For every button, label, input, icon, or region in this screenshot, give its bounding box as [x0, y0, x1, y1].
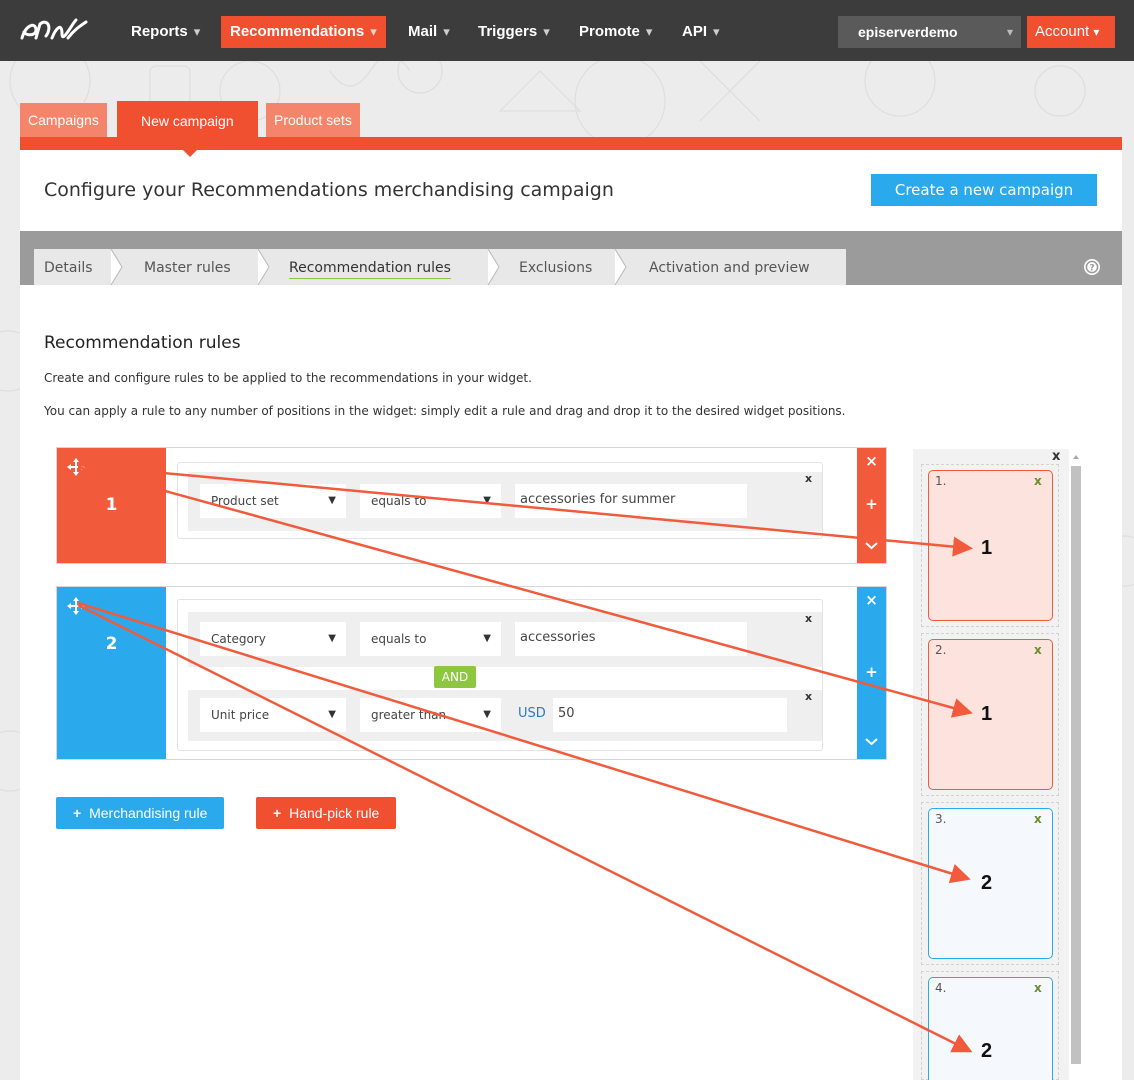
slot-label: 1.	[935, 474, 947, 488]
chevron-down-icon: ▾	[193, 24, 201, 39]
rule-block-2: 2 Category ▼ equals to ▼ accessories x AND…	[56, 586, 887, 760]
section-title: Recommendation rules	[44, 333, 241, 353]
add-handpick-rule-button[interactable]: + Hand-pick rule	[256, 797, 397, 829]
step-master-rules[interactable]: Master rules	[144, 249, 231, 285]
nav-triggers[interactable]: Triggers ▾	[469, 16, 559, 48]
plus-icon: +	[73, 805, 82, 821]
svg-text:?: ?	[1089, 264, 1094, 274]
remove-slot-icon[interactable]: x	[1034, 643, 1042, 657]
chevron-down-icon: ▾	[713, 24, 720, 39]
operator-select[interactable]: equals to ▼	[360, 484, 501, 518]
slot-label: 2.	[935, 643, 947, 657]
nav-recommendations[interactable]: Recommendations ▾	[221, 16, 386, 48]
add-condition-icon[interactable]: +	[857, 494, 886, 514]
move-icon	[67, 458, 85, 476]
account-menu[interactable]: Account ▾	[1027, 16, 1115, 48]
value-input[interactable]: accessories	[515, 622, 747, 656]
help-icon[interactable]: ?	[1083, 258, 1101, 276]
close-panel-icon[interactable]: x	[1052, 449, 1060, 464]
tab-campaigns[interactable]: Campaigns	[20, 103, 107, 139]
dropdown-icon: ▼	[483, 633, 491, 644]
page-title: Configure your Recommendations merchandi…	[44, 179, 614, 201]
nav-reports[interactable]: Reports ▾	[122, 16, 209, 48]
chevron-down-icon: ▾	[543, 24, 550, 39]
nav-mail[interactable]: Mail ▾	[399, 16, 459, 48]
delete-rule-icon[interactable]: ×	[857, 451, 886, 471]
chevron-down-icon: ▾	[1006, 25, 1013, 39]
operator-select[interactable]: equals to ▼	[360, 622, 501, 656]
nav-promote[interactable]: Promote ▾	[570, 16, 661, 48]
remove-condition-icon[interactable]: x	[805, 472, 812, 485]
tab-indicator	[182, 149, 198, 157]
remove-condition-icon[interactable]: x	[805, 690, 812, 703]
dropdown-icon: ▼	[483, 709, 491, 720]
scrollbar[interactable]	[1071, 466, 1081, 1064]
arrow-label-4: 2	[981, 1040, 993, 1062]
nav-api[interactable]: API ▾	[673, 16, 729, 48]
rule-drag-handle[interactable]: 2	[57, 587, 166, 759]
condition-row: Unit price ▼ greater than ▼ USD 50 x	[188, 690, 822, 741]
dropdown-icon: ▼	[328, 709, 336, 720]
chevron-down-icon[interactable]	[857, 536, 886, 556]
rule-actions: × +	[857, 587, 886, 759]
chevron-down-icon: ▾	[443, 24, 450, 39]
rule-conditions: Category ▼ equals to ▼ accessories x AND U…	[177, 599, 823, 751]
field-select[interactable]: Category ▼	[200, 622, 346, 656]
chevron-down-icon: ▾	[1093, 25, 1100, 39]
plus-icon: +	[273, 805, 282, 821]
rule-number: 1	[105, 495, 118, 515]
move-icon	[67, 597, 85, 615]
step-details[interactable]: Details	[44, 249, 93, 285]
operator-select[interactable]: greater than ▼	[360, 698, 501, 732]
chevron-down-icon: ▾	[645, 24, 653, 39]
rule-actions: × +	[857, 448, 886, 563]
site-selector[interactable]: episerverdemo ▾	[838, 16, 1021, 48]
and-connector[interactable]: AND	[434, 666, 476, 688]
arrow-label-2: 1	[981, 703, 993, 725]
remove-condition-icon[interactable]: x	[805, 612, 812, 625]
rule-conditions: Product set ▼ equals to ▼ accessories for …	[177, 462, 823, 539]
arrow-label-3: 2	[981, 872, 993, 894]
chevron-down-icon[interactable]	[857, 732, 886, 752]
remove-slot-icon[interactable]: x	[1034, 812, 1042, 826]
step-recommendation-rules[interactable]: Recommendation rules	[289, 249, 451, 285]
create-campaign-button[interactable]: Create a new campaign	[871, 174, 1097, 206]
section-description: Create and configure rules to be applied…	[44, 371, 532, 385]
rule-block-1: 1 Product set ▼ equals to ▼ accessories fo…	[56, 447, 887, 564]
dropdown-icon: ▼	[328, 495, 336, 506]
currency-label: USD	[518, 706, 546, 721]
tab-product-sets[interactable]: Product sets	[266, 103, 360, 139]
remove-slot-icon[interactable]: x	[1034, 981, 1042, 995]
rule-number: 2	[105, 634, 118, 654]
dropdown-icon: ▼	[328, 633, 336, 644]
delete-rule-icon[interactable]: ×	[857, 590, 886, 610]
condition-row: Category ▼ equals to ▼ accessories x	[188, 612, 822, 667]
dropdown-icon: ▼	[483, 495, 491, 506]
section-instructions: You can apply a rule to any number of po…	[44, 404, 846, 418]
step-activation-preview[interactable]: Activation and preview	[649, 249, 810, 285]
value-input[interactable]: 50	[553, 698, 787, 732]
remove-slot-icon[interactable]: x	[1034, 474, 1042, 488]
add-condition-icon[interactable]: +	[857, 662, 886, 682]
widget-slot-4[interactable]: 4. x	[928, 977, 1053, 1080]
chevron-down-icon: ▾	[370, 24, 377, 39]
arrow-label-1: 1	[981, 537, 993, 559]
field-select[interactable]: Unit price ▼	[200, 698, 346, 732]
condition-row: Product set ▼ equals to ▼ accessories for …	[188, 472, 822, 531]
rule-drag-handle[interactable]: 1	[57, 448, 166, 563]
add-merchandising-rule-button[interactable]: + Merchandising rule	[56, 797, 225, 829]
slot-label: 3.	[935, 812, 947, 826]
step-exclusions[interactable]: Exclusions	[519, 249, 592, 285]
slot-label: 4.	[935, 981, 947, 995]
tab-new-campaign[interactable]: New campaign	[117, 101, 258, 139]
field-select[interactable]: Product set ▼	[200, 484, 346, 518]
episerver-logo[interactable]	[18, 14, 98, 48]
scroll-up-icon[interactable]	[1071, 452, 1081, 462]
value-input[interactable]: accessories for summer	[515, 484, 747, 518]
